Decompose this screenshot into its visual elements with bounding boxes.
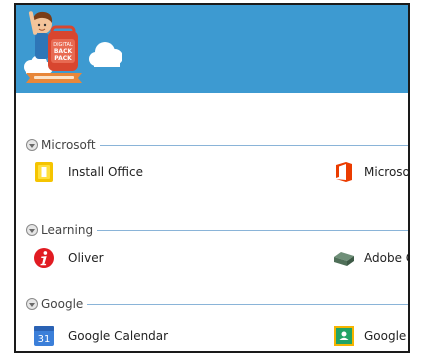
app-label: Google C (364, 329, 408, 343)
section-label: Microsoft (41, 138, 96, 152)
app-google-classroom[interactable]: Google C (334, 323, 408, 349)
collapse-arrow-icon[interactable] (26, 298, 38, 310)
section-header-learning[interactable]: Learning (26, 222, 408, 238)
adobe-creative-icon (332, 247, 356, 269)
collapse-arrow-icon[interactable] (26, 139, 38, 151)
office-install-icon (34, 161, 54, 183)
app-label: Oliver (68, 251, 104, 265)
google-classroom-icon (334, 325, 354, 347)
svg-text:31: 31 (38, 334, 51, 345)
section-label: Learning (41, 223, 94, 237)
app-window: DIGITAL BACK PACK Microsoft Install Offi… (14, 3, 410, 353)
app-label: Adobe Cr (364, 251, 408, 265)
app-google-calendar[interactable]: 31 Google Calendar (34, 323, 294, 349)
header-banner: DIGITAL BACK PACK (16, 5, 408, 93)
section-divider (87, 303, 408, 305)
app-list: Microsoft Install Office Microsof (16, 93, 408, 351)
office-logo-icon (334, 161, 354, 183)
digital-backpack-logo[interactable]: DIGITAL BACK PACK (22, 7, 122, 91)
oliver-info-icon (34, 247, 54, 269)
app-adobe-creative[interactable]: Adobe Cr (332, 245, 408, 271)
section-label: Google (41, 297, 84, 311)
section-header-google[interactable]: Google (26, 296, 408, 312)
app-label: Microsof (364, 165, 408, 179)
app-label: Install Office (68, 165, 143, 179)
app-install-office[interactable]: Install Office (34, 159, 294, 185)
google-calendar-icon: 31 (34, 325, 54, 347)
app-oliver[interactable]: Oliver (34, 245, 294, 271)
app-microsoft-office[interactable]: Microsof (334, 159, 408, 185)
logo-badge-text-3: PACK (54, 55, 72, 62)
logo-badge-text-2: BACK (54, 48, 73, 55)
section-header-microsoft[interactable]: Microsoft (26, 137, 408, 153)
collapse-arrow-icon[interactable] (26, 224, 38, 236)
section-divider (97, 229, 408, 231)
section-divider (99, 144, 408, 146)
app-label: Google Calendar (68, 329, 169, 343)
